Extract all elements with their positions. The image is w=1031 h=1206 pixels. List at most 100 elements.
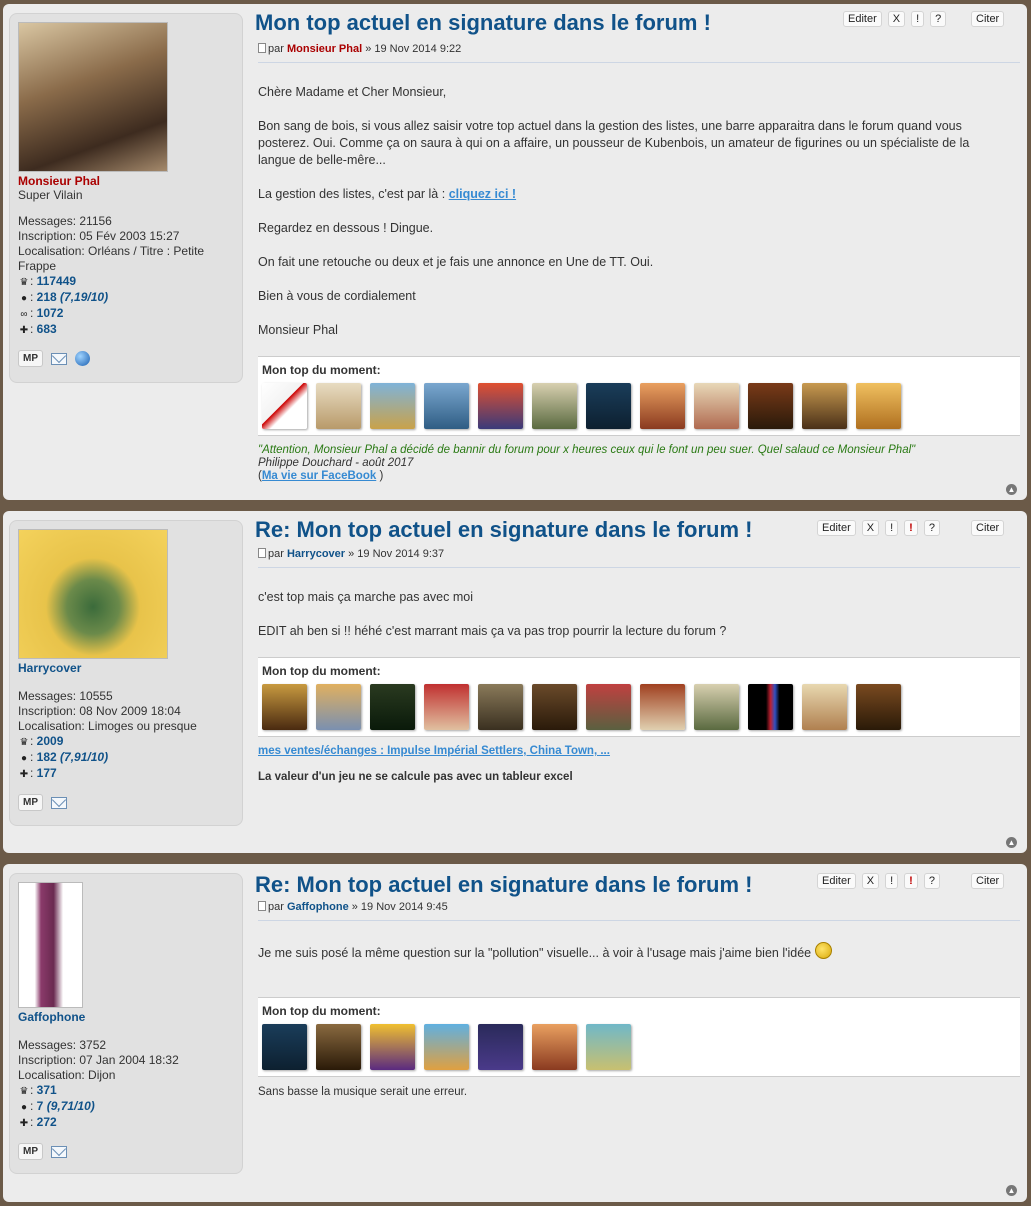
chat-stat[interactable]: 182 [37, 750, 57, 764]
info-button[interactable]: ? [923, 520, 940, 536]
document-icon[interactable] [258, 43, 266, 53]
lists-link[interactable]: cliquez ici ! [449, 187, 516, 201]
game-thumb[interactable] [316, 1024, 361, 1070]
post-title[interactable]: Re: Mon top actuel en signature dans le … [255, 872, 753, 898]
author-name[interactable]: Monsieur Phal [18, 174, 234, 188]
globe-icon[interactable] [75, 351, 90, 366]
chat-stat-note[interactable]: (7,91/10) [60, 750, 108, 764]
top-icon[interactable]: ▲ [1006, 837, 1017, 848]
game-thumb[interactable] [424, 684, 469, 730]
byline-author[interactable]: Gaffophone [287, 901, 349, 913]
sales-link[interactable]: mes ventes/échanges : Impulse Impérial S… [258, 745, 610, 757]
game-thumb[interactable] [748, 383, 793, 429]
post-3: Gaffophone Messages: 3752 Inscription: 0… [3, 864, 1027, 1202]
game-thumb[interactable] [586, 383, 631, 429]
byline-author[interactable]: Harrycover [287, 548, 345, 560]
document-icon[interactable] [258, 548, 266, 558]
top-icon[interactable]: ▲ [1006, 1185, 1017, 1196]
info-button[interactable]: ? [923, 873, 940, 889]
delete-button[interactable]: X [861, 873, 880, 889]
game-thumb[interactable] [694, 684, 739, 730]
post-title[interactable]: Re: Mon top actuel en signature dans le … [255, 517, 753, 543]
edit-button[interactable]: Editer [817, 873, 856, 889]
delete-button[interactable]: X [887, 11, 906, 27]
warn-button[interactable]: ! [904, 520, 918, 536]
user-rank: Super Vilain [18, 188, 83, 202]
mail-icon[interactable] [51, 1145, 67, 1158]
inscription-date: Inscription: 05 Fév 2003 15:27 [18, 229, 180, 243]
quote-button[interactable]: Citer [971, 873, 1005, 889]
puzzle-icon: ✚ [19, 1118, 29, 1129]
game-thumb[interactable] [802, 684, 847, 730]
pm-button[interactable]: MP [18, 1143, 43, 1160]
avatar[interactable] [18, 529, 168, 659]
game-thumb[interactable] [856, 684, 901, 730]
trophy-stat[interactable]: 2009 [37, 734, 64, 748]
delete-button[interactable]: X [861, 520, 880, 536]
chat-stat[interactable]: 7 [37, 1099, 44, 1113]
game-thumb[interactable] [694, 383, 739, 429]
facebook-link[interactable]: Ma vie sur FaceBook [262, 470, 376, 482]
puzzle-stat[interactable]: 683 [37, 322, 57, 336]
mail-icon[interactable] [51, 796, 67, 809]
mask-stat[interactable]: 1072 [37, 306, 64, 320]
top-label: Mon top du moment: [262, 1004, 381, 1018]
edit-button[interactable]: Editer [843, 11, 882, 27]
trophy-stat[interactable]: 117449 [37, 274, 76, 288]
game-thumb[interactable] [478, 383, 523, 429]
game-thumb[interactable] [640, 383, 685, 429]
game-thumb[interactable] [262, 383, 307, 429]
game-thumb[interactable] [532, 383, 577, 429]
chat-stat-note[interactable]: (7,19/10) [60, 290, 108, 304]
trophy-icon: ♛ [19, 277, 29, 288]
report-button[interactable]: ! [885, 873, 899, 889]
report-button[interactable]: ! [911, 11, 925, 27]
game-thumb[interactable] [370, 1024, 415, 1070]
top-icon[interactable]: ▲ [1006, 484, 1017, 495]
pm-button[interactable]: MP [18, 794, 43, 811]
report-button[interactable]: ! [885, 520, 899, 536]
game-thumb[interactable] [262, 1024, 307, 1070]
quote-button[interactable]: Citer [971, 11, 1005, 27]
game-thumb[interactable] [748, 684, 793, 730]
document-icon[interactable] [258, 901, 266, 911]
author-name[interactable]: Harrycover [18, 661, 234, 675]
game-thumb[interactable] [424, 383, 469, 429]
game-thumb[interactable] [478, 1024, 523, 1070]
puzzle-stat[interactable]: 272 [37, 1115, 57, 1129]
chat-icon: ● [20, 753, 28, 764]
edit-button[interactable]: Editer [817, 520, 856, 536]
game-thumb[interactable] [856, 383, 901, 429]
game-thumb[interactable] [586, 684, 631, 730]
avatar[interactable] [18, 882, 83, 1008]
post-date: » 19 Nov 2014 9:22 [365, 43, 462, 55]
puzzle-icon: ✚ [19, 325, 29, 336]
game-thumb[interactable] [532, 684, 577, 730]
warn-button[interactable]: ! [904, 873, 918, 889]
game-thumb[interactable] [586, 1024, 631, 1070]
quote-button[interactable]: Citer [971, 520, 1005, 536]
game-thumb[interactable] [262, 684, 307, 730]
trophy-stat[interactable]: 371 [37, 1083, 57, 1097]
game-thumb[interactable] [478, 684, 523, 730]
game-thumb[interactable] [532, 1024, 577, 1070]
info-button[interactable]: ? [930, 11, 947, 27]
mail-icon[interactable] [51, 352, 67, 365]
game-thumb[interactable] [316, 684, 361, 730]
game-thumb[interactable] [802, 383, 847, 429]
avatar[interactable] [18, 22, 168, 172]
chat-stat[interactable]: 218 [37, 290, 57, 304]
game-thumb[interactable] [316, 383, 361, 429]
game-thumb[interactable] [370, 684, 415, 730]
game-thumb[interactable] [424, 1024, 469, 1070]
trophy-icon: ♛ [19, 737, 29, 748]
localisation: Localisation: Limoges ou presque [18, 719, 197, 733]
post-title[interactable]: Mon top actuel en signature dans le foru… [255, 10, 711, 36]
author-name[interactable]: Gaffophone [18, 1010, 234, 1024]
game-thumb[interactable] [370, 383, 415, 429]
chat-stat-note[interactable]: (9,71/10) [47, 1099, 95, 1113]
pm-button[interactable]: MP [18, 350, 43, 367]
byline-author[interactable]: Monsieur Phal [287, 43, 362, 55]
puzzle-stat[interactable]: 177 [37, 766, 57, 780]
game-thumb[interactable] [640, 684, 685, 730]
